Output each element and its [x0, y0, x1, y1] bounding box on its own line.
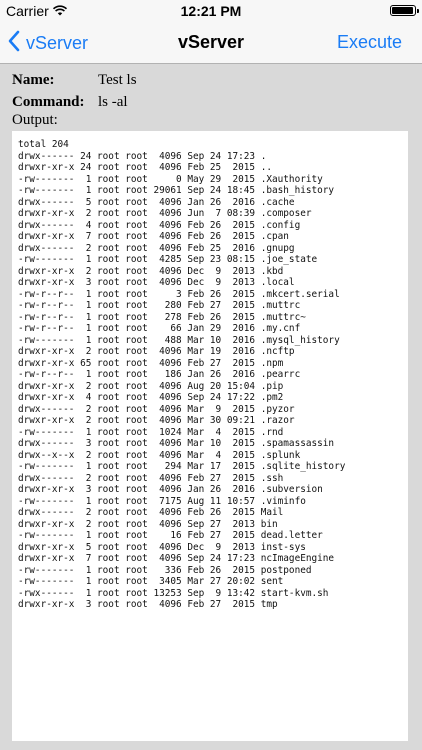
output-line: drwx--x--x 2 root root 4096 Mar 4 2015 .… [18, 449, 301, 461]
output-text: total 204 drwx------ 24 root root 4096 S… [18, 139, 402, 611]
output-line: -rw------- 1 root root 16 Feb 27 2015 de… [18, 530, 323, 541]
output-line: total 204 [18, 139, 69, 150]
command-label: Command: [12, 94, 85, 110]
output-line: drwxr-xr-x 7 root root 4096 Sep 24 17:23… [18, 553, 335, 564]
output-line: -rw------- 1 root root 1024 Mar 4 2015 .… [18, 426, 284, 438]
output-line: -rw-r--r-- 1 root root 186 Jan 26 2016 .… [18, 369, 301, 380]
output-line: -rw------- 1 root root 336 Feb 26 2015 p… [18, 564, 312, 576]
output-line: drwx------ 2 root root 4096 Mar 9 2015 .… [18, 403, 295, 415]
output-line: drwxr-xr-x 24 root root 4096 Feb 25 2015… [18, 162, 272, 173]
output-line: drwxr-xr-x 2 root root 4096 Mar 30 09:21… [18, 415, 295, 426]
status-bar: Carrier 12:21 PM [0, 0, 422, 22]
output-line: drwx------ 24 root root 4096 Sep 24 17:2… [18, 150, 267, 162]
battery-icon [390, 5, 419, 16]
output-line: drwxr-xr-x 7 root root 4096 Feb 26 2015 … [18, 231, 289, 242]
output-line: -rw-r--r-- 1 root root 66 Jan 29 2016 .m… [18, 323, 301, 334]
output-line: drwx------ 3 root root 4096 Mar 10 2015 … [18, 438, 335, 449]
output-line: -rw------- 1 root root 29061 Sep 24 18:4… [18, 185, 335, 196]
output-line: -rw------- 1 root root 488 Mar 10 2016 .… [18, 334, 340, 346]
output-line: drwxr-xr-x 2 root root 4096 Aug 20 15:04… [18, 380, 284, 392]
navigation-bar: vServer vServer Execute [0, 22, 422, 64]
output-line: drwxr-xr-x 2 root root 4096 Dec 9 2013 .… [18, 265, 284, 277]
output-line: drwx------ 2 root root 4096 Feb 26 2015 … [18, 507, 284, 518]
command-value[interactable]: ls -al [98, 94, 128, 111]
output-line: drwxr-xr-x 65 root root 4096 Feb 27 2015… [18, 357, 284, 369]
output-line: drwx------ 2 root root 4096 Feb 27 2015 … [18, 472, 284, 484]
output-line: drwx------ 5 root root 4096 Jan 26 2016 … [18, 196, 295, 208]
output-line: -rw-r--r-- 1 root root 3 Feb 26 2015 .mk… [18, 288, 340, 300]
main-content: Name: Test ls Command: ls -al Output: to… [0, 64, 422, 750]
output-label: Output: [12, 112, 58, 128]
output-line: -rw-r--r-- 1 root root 280 Feb 27 2015 .… [18, 300, 301, 311]
output-line: drwx------ 2 root root 4096 Feb 25 2016 … [18, 242, 295, 254]
output-line: drwxr-xr-x 4 root root 4096 Sep 24 17:22… [18, 392, 284, 403]
output-line: -rw------- 1 root root 7175 Aug 11 10:57… [18, 495, 306, 507]
output-line: drwxr-xr-x 5 root root 4096 Dec 9 2013 i… [18, 541, 306, 553]
output-line: -rwx------ 1 root root 13253 Sep 9 13:42… [18, 587, 329, 599]
output-line: -rw------- 1 root root 4285 Sep 23 08:15… [18, 254, 318, 265]
output-line: -rw------- 1 root root 0 May 29 2015 .Xa… [18, 173, 323, 185]
name-label: Name: [12, 72, 55, 88]
output-line: drwxr-xr-x 3 root root 4096 Feb 27 2015 … [18, 599, 278, 610]
output-line: drwxr-xr-x 2 root root 4096 Sep 27 2013 … [18, 518, 278, 530]
output-line: -rw-r--r-- 1 root root 278 Feb 26 2015 .… [18, 311, 306, 323]
output-line: -rw------- 1 root root 294 Mar 17 2015 .… [18, 461, 346, 472]
output-line: drwxr-xr-x 2 root root 4096 Jun 7 08:39 … [18, 208, 312, 219]
output-line: drwx------ 4 root root 4096 Feb 26 2015 … [18, 219, 301, 231]
output-line: drwxr-xr-x 3 root root 4096 Jan 26 2016 … [18, 484, 323, 495]
output-line: drwxr-xr-x 3 root root 4096 Dec 9 2013 .… [18, 277, 295, 288]
execute-button[interactable]: Execute [337, 32, 402, 53]
output-line: drwxr-xr-x 2 root root 4096 Mar 19 2016 … [18, 346, 295, 357]
name-value[interactable]: Test ls [98, 72, 137, 89]
status-time: 12:21 PM [180, 3, 242, 19]
output-textview[interactable]: total 204 drwx------ 24 root root 4096 S… [12, 131, 408, 741]
output-line: -rw------- 1 root root 3405 Mar 27 20:02… [18, 576, 284, 587]
